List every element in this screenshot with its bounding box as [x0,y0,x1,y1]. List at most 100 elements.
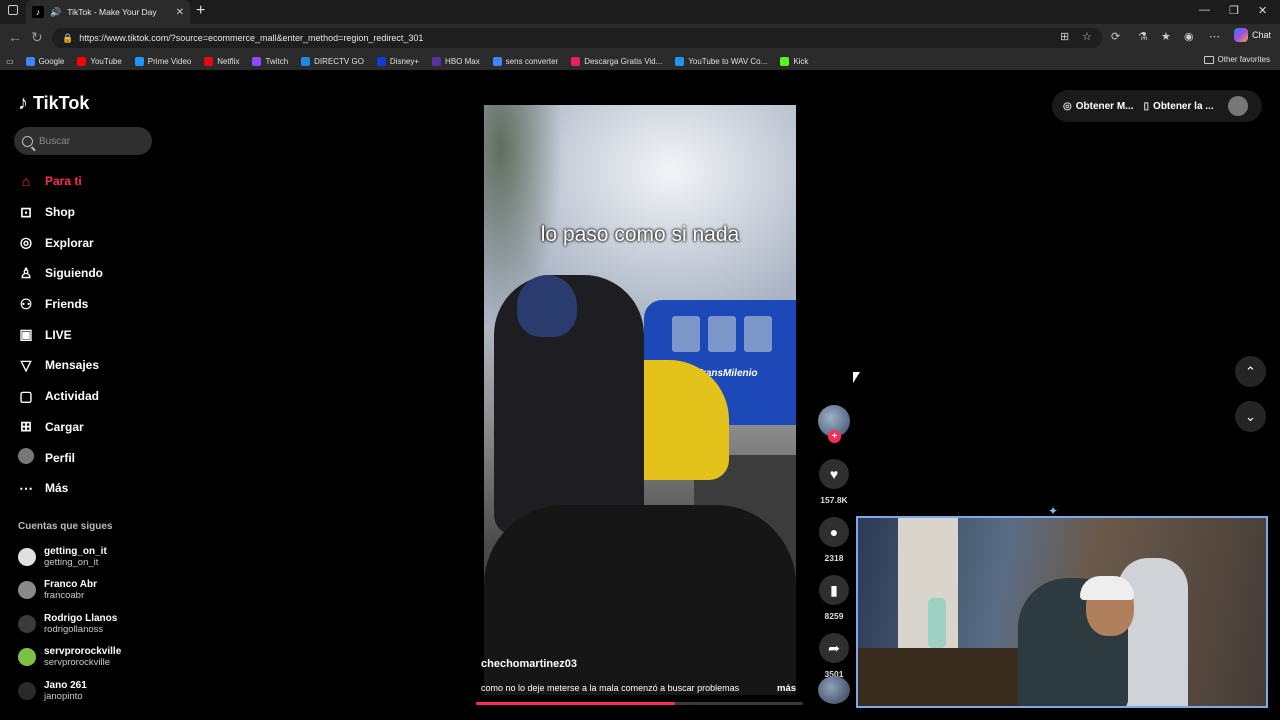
video-player[interactable]: TransMilenio lo paso como si nada [484,105,796,695]
chevron-up-icon: ⌃ [1245,363,1256,379]
share-button[interactable]: ➦ [819,633,849,663]
profile-icon[interactable]: ◉ [1184,30,1194,43]
shop-icon: ⊡ [20,203,32,220]
action-bar: + ♥ 157.8K ● 2318 ▮ 8259 ➦ 3501 [818,405,850,679]
following-account[interactable]: Franco Abr francoabr [18,574,158,608]
new-tab-icon[interactable]: + [196,2,205,20]
nav-item-cargar[interactable]: ⊞ Cargar [18,412,158,443]
hbo-max-icon [432,56,442,66]
nav-item-mensajes[interactable]: ▽ Mensajes [18,350,158,381]
netflix-icon [204,56,214,66]
extension-icon[interactable]: ⚗ [1138,30,1148,43]
bookmark-youtube-wav[interactable]: YouTube to WAV Co... [675,56,767,66]
bookmark-disney[interactable]: Disney+ [376,56,419,66]
bookmark-twitch[interactable]: Twitch [252,56,288,66]
video-author[interactable]: chechomartinez03 [481,658,577,670]
like-button[interactable]: ♥ [819,459,849,489]
comment-count: 2318 [824,553,844,563]
mouse-cursor-icon [853,372,860,383]
avatar [18,581,36,600]
browser-tab[interactable]: ♪ 🔊 TikTok - Make Your Day ✕ [26,0,190,24]
save-count: 8259 [824,611,844,621]
bookmark-hbo-max[interactable]: HBO Max [432,56,480,66]
bookmark-netflix[interactable]: Netflix [204,56,239,66]
next-video-button[interactable]: ⌄ [1235,401,1266,432]
creator-avatar[interactable]: + [818,405,850,443]
previous-video-button[interactable]: ⌃ [1235,356,1266,387]
tiktok-page: ♪ TikTok Buscar ⌂ Para ti ⊡ Shop ◎ Explorar… [0,70,1280,720]
bookmark-descarga[interactable]: Descarga Gratis Vid... [571,56,662,66]
bookmark-prime-video[interactable]: Prime Video [134,56,191,66]
collections-icon[interactable]: ▭ [6,57,14,66]
following-account[interactable]: Jano 261 janopinto [18,674,158,708]
bookmark-sens-converter[interactable]: sens converter [492,56,558,66]
following-account[interactable]: getting_on_it getting_on_it [18,540,158,574]
get-coins-button[interactable]: ◎ Obtener M... [1063,101,1134,112]
window-close-icon[interactable]: ✕ [1258,4,1267,17]
url-field[interactable]: 🔒 https://www.tiktok.com/?source=ecommer… [52,28,1102,48]
favorites-icon[interactable]: ★ [1161,30,1171,43]
friends-icon: ⚇ [19,295,33,312]
extensions-icon[interactable]: ⟳ [1111,30,1120,43]
share-icon: ➦ [828,639,840,656]
phone-icon: ▯ [1143,100,1150,112]
tiktok-logo-icon: ♪ [18,92,28,114]
copilot-chat-button[interactable]: Chat [1234,28,1271,42]
nav-item-shop[interactable]: ⊡ Shop [18,197,158,228]
more-options-icon[interactable]: ⋯ [1209,30,1220,43]
nav-item-perfil[interactable]: Perfil [18,442,158,473]
following-account[interactable]: Rodrigo Llanos rodrigollanoss [18,607,158,641]
upload-icon: ⊞ [20,418,32,435]
video-helmet [517,275,577,337]
nav-item-actividad[interactable]: ▢ Actividad [18,381,158,412]
bookmarks-bar: ▭ Google YouTube Prime Video Netflix Twi… [0,52,1280,70]
speaker-icon[interactable]: 🔊 [50,7,61,18]
home-icon: ⌂ [21,173,31,190]
get-app-button[interactable]: ▯ Obtener la ... [1144,101,1214,112]
bookmark-youtube[interactable]: YouTube [77,56,122,66]
webcam-overlay [856,516,1268,708]
favorite-star-icon[interactable]: ☆ [1082,30,1092,43]
bookmark-kick[interactable]: Kick [780,56,808,66]
minimize-icon[interactable]: — [1199,4,1210,16]
share-action: ➦ 3501 [818,633,850,679]
save-button[interactable]: ▮ [819,575,849,605]
following-account[interactable]: servprorockville servprorockville [18,641,158,675]
comment-button[interactable]: ● [819,517,849,547]
workspaces-icon[interactable] [8,5,18,15]
like-count: 157.8K [820,495,848,505]
bookmark-directv[interactable]: DIRECTV GO [301,56,364,66]
avatar [18,648,36,667]
bookmark-google[interactable]: Google [25,56,64,66]
copilot-icon [1234,28,1248,42]
nav-item-siguiendo[interactable]: ♙ Siguiendo [18,258,158,289]
video-description: como no lo deje meterse a la mala comenz… [481,683,740,693]
nav-item-friends[interactable]: ⚇ Friends [18,289,158,320]
video-progress-bar[interactable] [476,702,803,705]
restore-icon[interactable]: ❐ [1229,4,1239,17]
app-available-icon[interactable]: ⊞ [1060,30,1069,43]
coin-icon: ◎ [1063,100,1072,112]
search-input[interactable]: Buscar [14,127,152,155]
nav-item-explorar[interactable]: ◎ Explorar [18,227,158,258]
refresh-icon[interactable]: ↻ [31,29,43,46]
tab-close-icon[interactable]: ✕ [176,7,184,18]
directv-icon [301,56,311,66]
sidebar-nav: ⌂ Para ti ⊡ Shop ◎ Explorar ♙ Siguiendo ⚇ Fri… [18,166,158,504]
nav-item-live[interactable]: ▣ LIVE [18,319,158,350]
profile-avatar-top[interactable] [1227,96,1248,116]
chevron-down-icon: ⌄ [1245,408,1256,424]
folder-icon [1203,55,1214,64]
music-disc[interactable] [818,676,850,704]
url-text: https://www.tiktok.com/?source=ecommerce… [79,33,424,43]
other-favorites[interactable]: Other favorites [1203,55,1270,64]
follow-plus-icon[interactable]: + [828,430,841,443]
nav-item-mas[interactable]: ⋯ Más [18,473,158,504]
back-icon[interactable]: ← [8,29,22,45]
tiktok-logo[interactable]: ♪ TikTok [18,92,89,115]
comment-icon: ● [829,524,839,540]
compass-icon: ◎ [19,234,33,251]
nav-item-para-ti[interactable]: ⌂ Para ti [18,166,158,197]
google-icon [25,56,35,66]
more-link[interactable]: más [777,683,796,694]
